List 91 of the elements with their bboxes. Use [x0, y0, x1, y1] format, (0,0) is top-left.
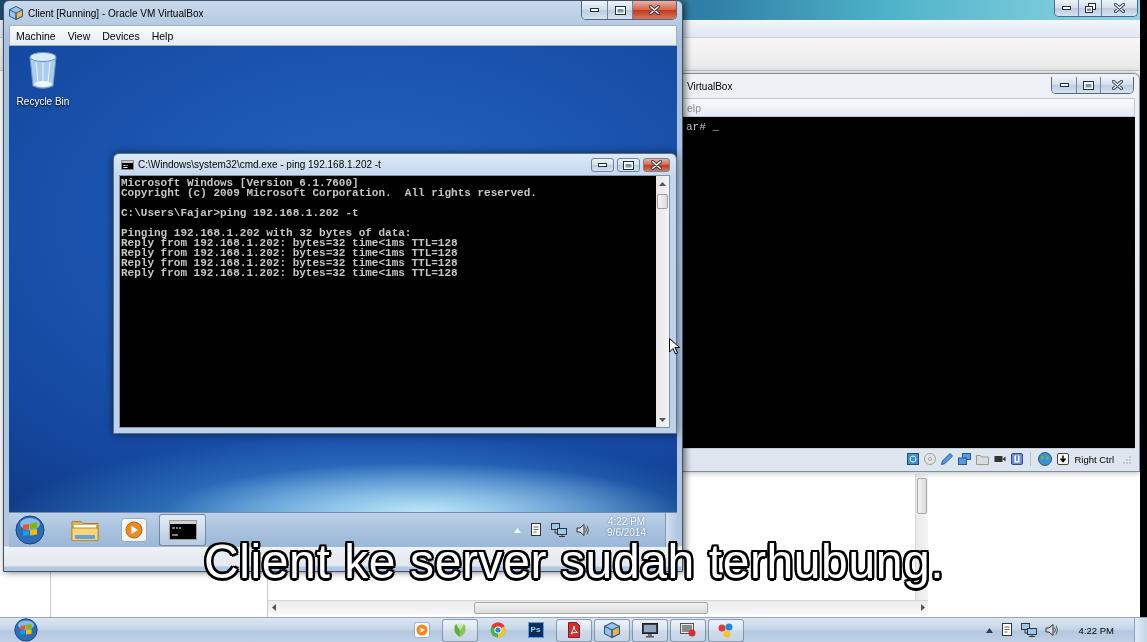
video-camera-icon[interactable]: [994, 454, 1007, 464]
recycle-bin-icon[interactable]: [28, 51, 58, 91]
arrow-key-icon[interactable]: [1057, 453, 1070, 465]
network-icon[interactable]: [1020, 623, 1037, 637]
console-line: Pinging 192.168.1.202 with 32 bytes of data:: [121, 228, 413, 238]
speaker-icon[interactable]: [576, 524, 591, 536]
flag-orb-icon: [14, 618, 38, 642]
screen-icon[interactable]: [679, 622, 696, 638]
menu-item[interactable]: Devices: [102, 29, 140, 42]
flag-orb-icon: [15, 515, 45, 545]
maximize-icon: [1083, 80, 1094, 90]
close-button[interactable]: [1101, 77, 1133, 93]
menu-item[interactable]: Help: [151, 29, 174, 42]
close-button[interactable]: [633, 1, 676, 19]
scrollbar-thumb[interactable]: [474, 601, 708, 614]
play-icon: [120, 518, 147, 542]
minimize-icon: [598, 163, 607, 167]
taskbar-button[interactable]: [631, 618, 668, 642]
console-icon: [121, 159, 134, 170]
close-button[interactable]: [643, 158, 670, 172]
clock-date: 9/6/2014: [607, 527, 646, 538]
icon-label[interactable]: Recycle Bin: [16, 96, 70, 107]
right-arrow-icon[interactable]: [921, 604, 925, 611]
taskbar-button[interactable]: Ps: [517, 618, 554, 642]
minimize-button[interactable]: [591, 158, 614, 172]
notepad-icon[interactable]: [1000, 623, 1013, 637]
restore-icon: [1084, 3, 1096, 13]
usb-icon[interactable]: [1011, 453, 1024, 465]
minimize-button[interactable]: [1055, 0, 1079, 16]
menu-item[interactable]: Machine: [16, 29, 56, 42]
left-arrow-icon[interactable]: [272, 604, 276, 611]
maximize-icon: [614, 5, 626, 15]
speaker-icon[interactable]: [1044, 624, 1059, 636]
folder-icon: [70, 518, 99, 542]
minimize-icon: [1059, 83, 1069, 87]
clock-time: 4:22 PM: [607, 516, 646, 527]
maximize-button[interactable]: [617, 158, 640, 172]
console-line: C:\Users\Fajar>ping 192.168.1.202 -t: [121, 208, 360, 218]
up-arrow-icon[interactable]: [985, 627, 993, 633]
close-icon: [1114, 3, 1125, 13]
document-icon[interactable]: [565, 622, 582, 638]
close-icon: [1111, 80, 1123, 90]
window-title: Client [Running] - Oracle VM VirtualBox: [28, 7, 205, 19]
minimize-button[interactable]: [582, 1, 608, 19]
mouse-pointer-icon: [669, 338, 680, 355]
down-arrow-icon[interactable]: [659, 418, 666, 422]
menu-item[interactable]: View: [67, 29, 91, 42]
taskbar-button[interactable]: [555, 618, 592, 642]
disk-drive-icon[interactable]: [907, 453, 920, 465]
window-title: VirtualBox: [686, 80, 733, 92]
scrollbar-thumb[interactable]: [657, 194, 668, 209]
taskbar-button[interactable]: [159, 514, 206, 546]
notepad-icon[interactable]: [530, 523, 543, 537]
taskbar-button[interactable]: [669, 618, 706, 642]
minimize-button[interactable]: [1052, 77, 1077, 93]
minimize-icon: [1062, 6, 1071, 10]
restore-button[interactable]: [1079, 0, 1102, 16]
close-button[interactable]: [1102, 0, 1137, 16]
scrollbar-thumb[interactable]: [917, 478, 927, 514]
close-icon: [649, 5, 660, 15]
monitor-icon[interactable]: [641, 622, 658, 638]
console-line: Reply from 192.168.1.202: bytes=32 time<1ms TTL=128: [121, 268, 459, 278]
console-line: Microsoft Windows [Version 6.1.7600]: [121, 178, 359, 188]
close-icon: [651, 160, 662, 170]
vertical-scrollbar[interactable]: [656, 176, 669, 427]
cube-icon: [9, 6, 23, 20]
console-line: ar# _: [686, 121, 720, 133]
ring-icon[interactable]: [489, 622, 506, 638]
maximize-icon: [623, 160, 634, 170]
network-icon[interactable]: [551, 523, 568, 537]
start-button[interactable]: [14, 514, 46, 546]
console-icon: [168, 520, 197, 540]
window-title: C:\Windows\system32\cmd.exe - ping 192.168.1.202 -t: [138, 159, 382, 170]
up-arrow-icon[interactable]: [659, 182, 666, 186]
dots-icon[interactable]: [717, 622, 734, 638]
pen-icon[interactable]: [941, 453, 954, 465]
clock-time: 4:22 PM: [1078, 624, 1114, 636]
network-icon[interactable]: [958, 453, 972, 465]
host-key-label: Right Ctrl: [1074, 453, 1114, 465]
cube-icon: [603, 622, 620, 638]
console-line: Reply from 192.168.1.202: bytes=32 time<1ms TTL=128: [121, 238, 459, 248]
minimize-icon: [590, 8, 599, 12]
console-line: Copyright (c) 2009 Microsoft Corporation. All rights reserved.: [121, 188, 538, 198]
console-line: Reply from 192.168.1.202: bytes=32 time<1ms TTL=128: [121, 248, 459, 258]
resize-grip-icon[interactable]: [1122, 454, 1131, 464]
maximize-button[interactable]: [608, 1, 633, 19]
globe-icon[interactable]: [1038, 452, 1053, 466]
start-button[interactable]: [14, 618, 38, 642]
horizontal-scrollbar[interactable]: [268, 600, 928, 614]
maximize-button[interactable]: [1077, 77, 1101, 93]
console-line: Reply from 192.168.1.202: bytes=32 time<1ms TTL=128: [121, 258, 459, 268]
